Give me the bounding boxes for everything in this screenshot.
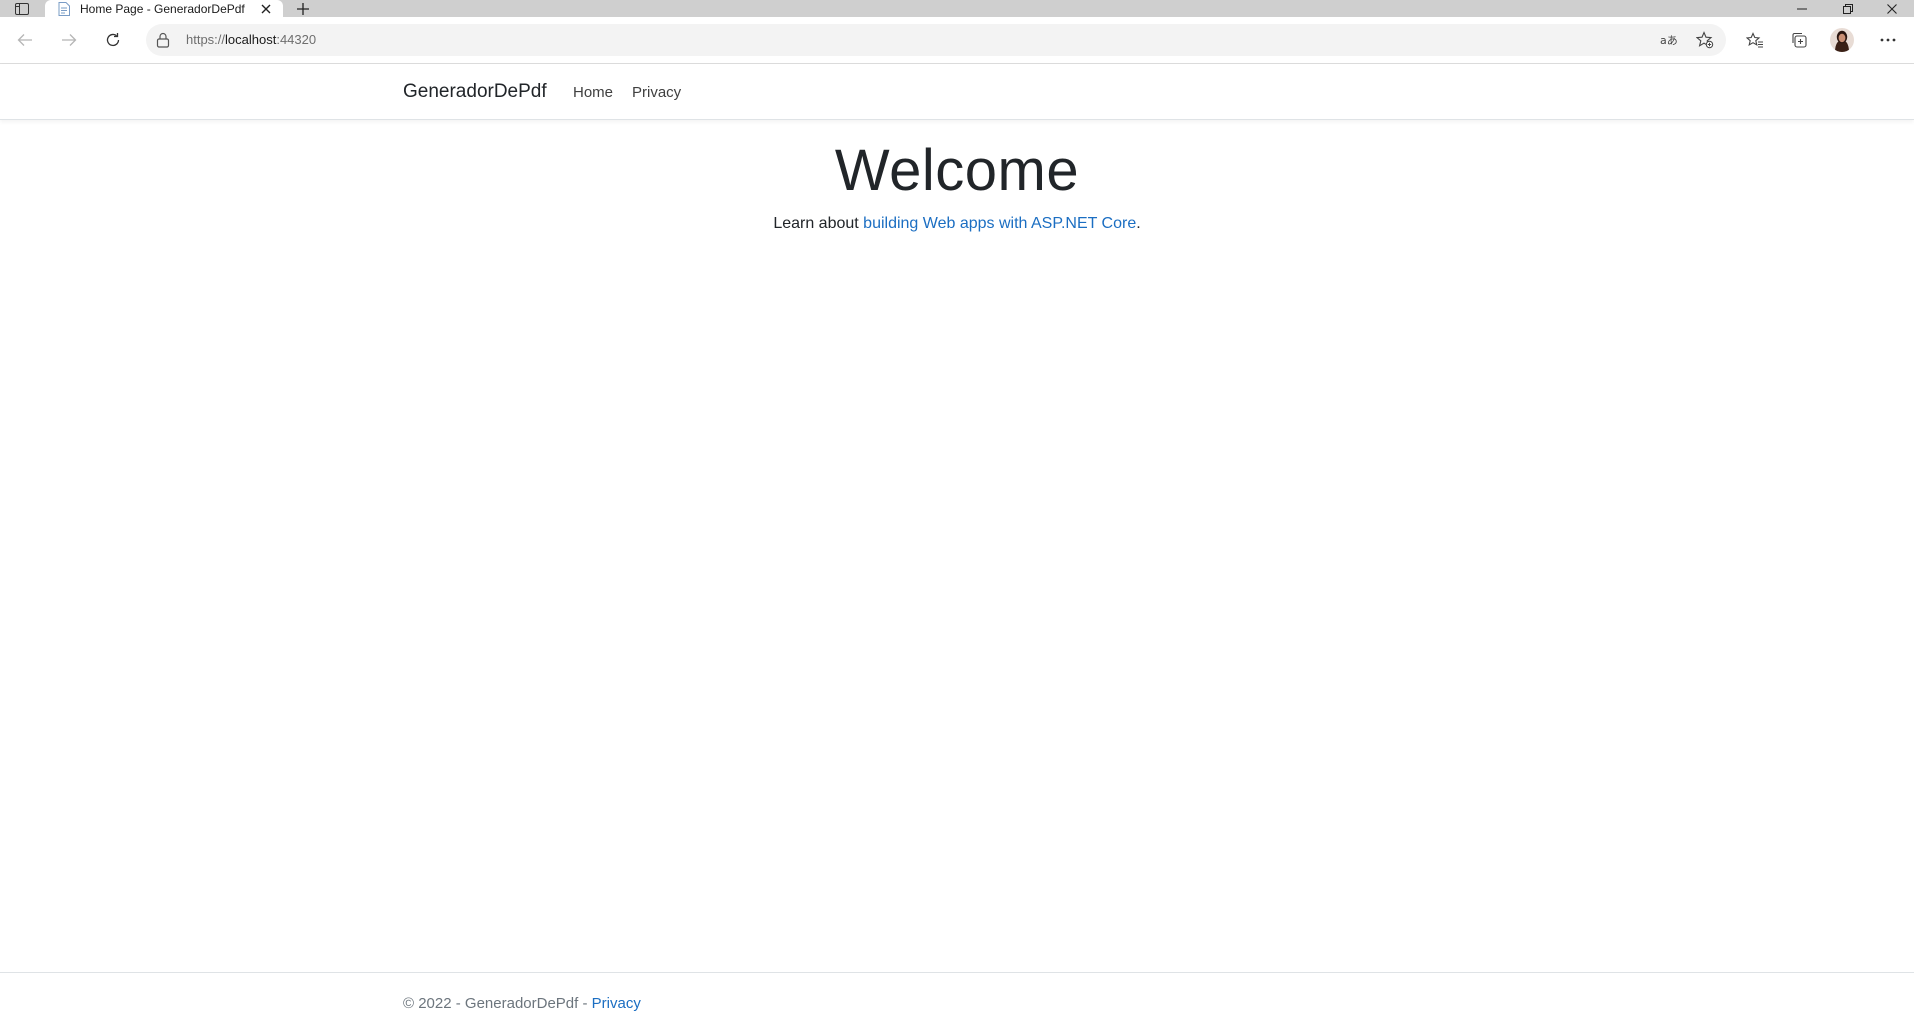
- plus-icon[interactable]: [292, 0, 314, 17]
- footer-copyright: © 2022 - GeneradorDePdf -: [403, 995, 592, 1012]
- page-favicon-icon: [57, 1, 71, 16]
- forward-arrow-icon[interactable]: [54, 25, 84, 55]
- read-aloud-icon[interactable]: aあ: [1658, 30, 1680, 50]
- more-options-icon[interactable]: [1873, 25, 1903, 55]
- restore-icon[interactable]: [1826, 0, 1870, 17]
- tab-title: Home Page - GeneradorDePdf: [80, 1, 245, 16]
- window-close-icon[interactable]: [1870, 0, 1914, 17]
- footer-text: © 2022 - GeneradorDePdf - Privacy: [403, 995, 641, 1012]
- tab-actions-icon[interactable]: [12, 0, 32, 17]
- url-port: :44320: [276, 32, 317, 47]
- site-footer: © 2022 - GeneradorDePdf - Privacy: [0, 972, 1914, 1026]
- minimize-icon[interactable]: [1780, 0, 1824, 17]
- close-icon[interactable]: [255, 0, 277, 17]
- nav-link-home[interactable]: Home: [573, 84, 613, 101]
- add-favorite-icon[interactable]: [1694, 30, 1716, 50]
- lock-icon[interactable]: [156, 32, 172, 48]
- aspnet-docs-link[interactable]: building Web apps with ASP.NET Core: [863, 215, 1136, 232]
- learn-more-paragraph: Learn about building Web apps with ASP.N…: [0, 215, 1914, 233]
- profile-avatar[interactable]: [1830, 28, 1854, 52]
- url-scheme: https://: [186, 32, 226, 47]
- collections-icon[interactable]: [1784, 25, 1814, 55]
- page-title: Welcome: [834, 138, 1080, 203]
- learn-suffix: .: [1136, 215, 1141, 232]
- browser-toolbar: https://localhost:44320 aあ: [0, 17, 1914, 64]
- address-bar[interactable]: https://localhost:44320 aあ: [146, 24, 1726, 56]
- browser-tab-active[interactable]: Home Page - GeneradorDePdf: [45, 0, 283, 17]
- learn-prefix: Learn about: [773, 215, 864, 232]
- url-text[interactable]: https://localhost:44320: [186, 32, 316, 48]
- navbar-brand[interactable]: GeneradorDePdf: [403, 81, 547, 103]
- svg-text:aあ: aあ: [1660, 34, 1678, 47]
- site-navbar: GeneradorDePdf Home Privacy: [0, 64, 1914, 120]
- favorites-icon[interactable]: [1740, 25, 1770, 55]
- browser-tab-strip: Home Page - GeneradorDePdf: [0, 0, 1914, 17]
- refresh-icon[interactable]: [98, 25, 128, 55]
- nav-link-privacy[interactable]: Privacy: [632, 84, 681, 101]
- back-arrow-icon[interactable]: [10, 25, 40, 55]
- footer-privacy-link[interactable]: Privacy: [592, 995, 641, 1012]
- url-host: localhost: [225, 32, 277, 47]
